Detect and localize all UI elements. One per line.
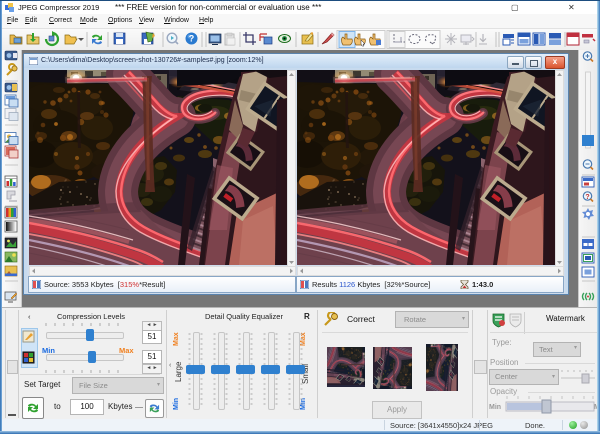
svg-text:?: ? [189, 34, 195, 44]
svg-text:?: ? [585, 194, 589, 201]
